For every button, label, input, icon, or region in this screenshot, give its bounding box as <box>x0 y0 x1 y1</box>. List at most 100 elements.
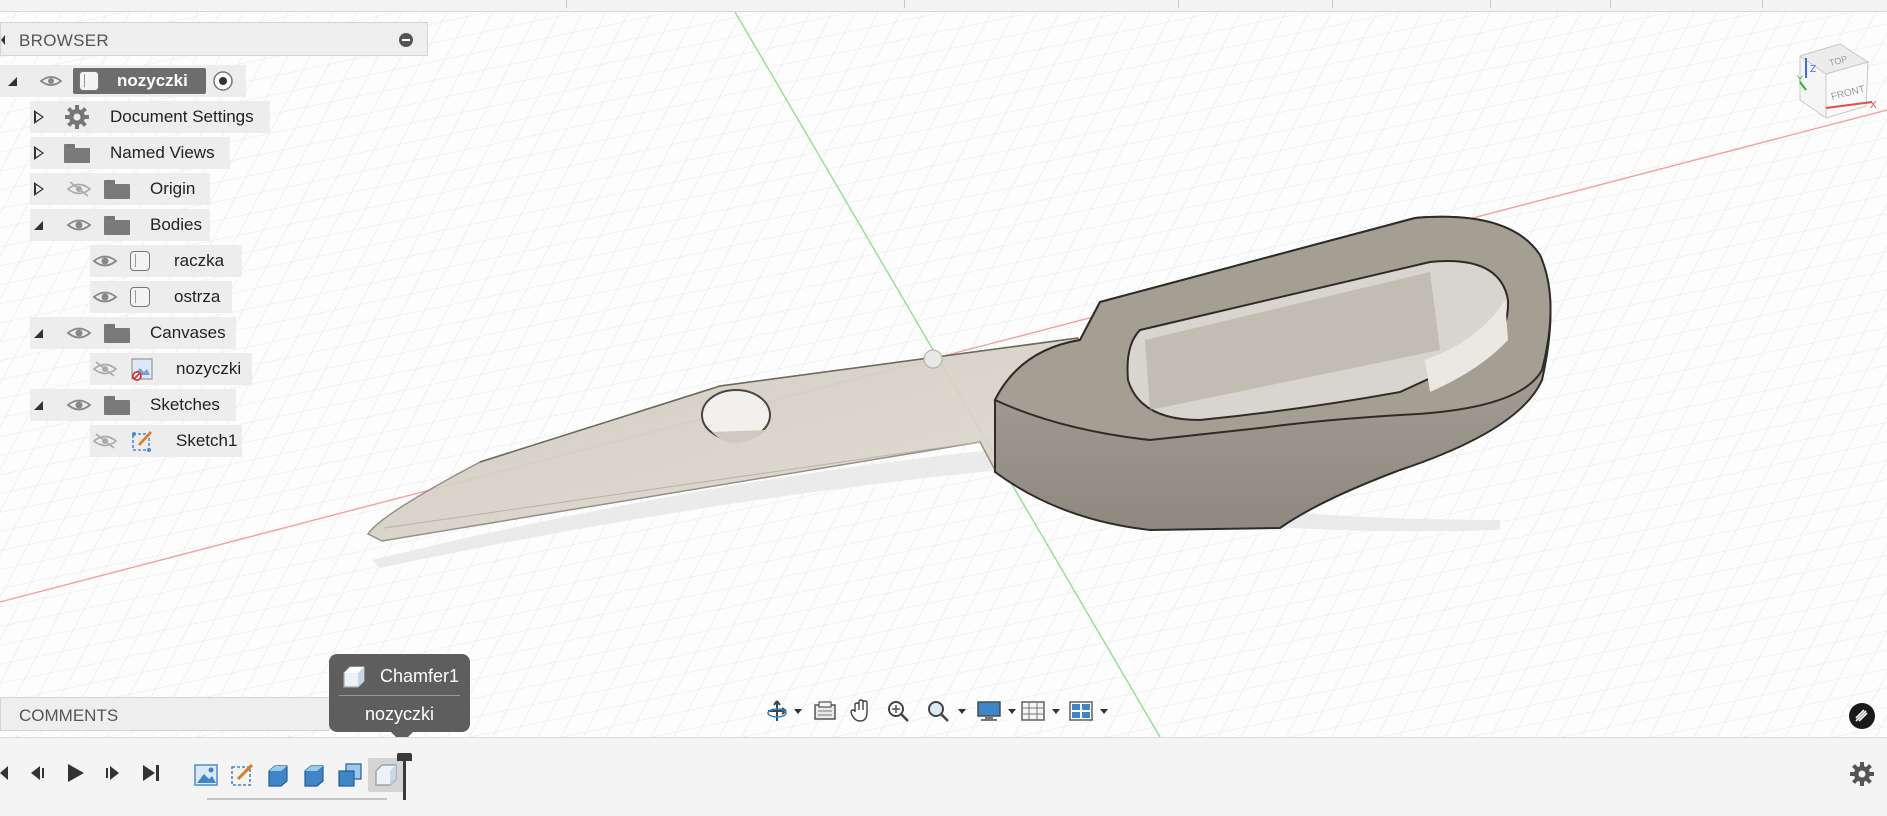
chevron-down-icon[interactable] <box>958 709 966 714</box>
body-icon <box>130 251 150 271</box>
browser-panel-header[interactable]: BROWSER <box>0 22 428 56</box>
viewcube-axis-z: Z <box>1810 64 1816 75</box>
viewcube-axis-y: Y <box>1797 74 1803 84</box>
tree-item-label: ostrza <box>174 287 221 306</box>
radio-active-icon[interactable] <box>212 70 234 92</box>
tree-item-body-raczka[interactable]: raczka <box>0 245 242 277</box>
go-to-start-icon[interactable] <box>0 762 22 784</box>
collapse-icon[interactable] <box>399 33 413 47</box>
component-icon <box>79 71 99 91</box>
gear-icon <box>65 105 89 129</box>
chevron-down-icon[interactable] <box>1008 709 1016 714</box>
tree-item-bodies[interactable]: Bodies <box>0 209 210 241</box>
eye-icon[interactable] <box>66 396 92 414</box>
navigation-toolbar <box>760 696 1112 726</box>
zoom-icon[interactable] <box>886 699 912 723</box>
expand-triangle-icon[interactable] <box>34 220 43 230</box>
eye-hidden-icon[interactable] <box>66 180 92 198</box>
toolbar-separator <box>1332 0 1333 8</box>
toolbar-separator <box>904 0 905 8</box>
step-forward-icon[interactable] <box>102 762 124 784</box>
eye-icon[interactable] <box>66 324 92 342</box>
tree-item-label: nozyczki <box>176 359 242 378</box>
tree-item-named-views[interactable]: Named Views <box>0 137 230 169</box>
play-icon[interactable] <box>64 762 86 784</box>
comments-panel-header[interactable]: COMMENTS <box>0 697 330 731</box>
tooltip-divider <box>339 695 460 696</box>
canvas-viewport[interactable]: TOP FRONT Z X Y <box>0 0 1887 737</box>
eye-icon[interactable] <box>92 288 118 306</box>
tree-item-sketch1[interactable]: Sketch1 <box>0 425 242 457</box>
toolbar-separator <box>1178 0 1179 8</box>
timeline-chamfer-icon[interactable] <box>372 761 400 789</box>
timeline-combine-icon[interactable] <box>336 761 364 789</box>
expand-triangle-icon[interactable] <box>34 400 43 410</box>
folder-icon <box>104 323 130 343</box>
eye-hidden-icon[interactable] <box>92 432 118 450</box>
timeline-extrude-icon[interactable] <box>300 761 328 789</box>
canvas-image-icon <box>131 358 153 381</box>
expand-left-icon[interactable] <box>1 35 5 45</box>
viewports-icon[interactable] <box>1068 699 1094 723</box>
tree-item-canvases[interactable]: Canvases <box>0 317 236 349</box>
toolbar-separator <box>1610 0 1611 8</box>
tree-item-label: Origin <box>150 179 196 198</box>
tree-item-label: nozyczki <box>117 71 188 90</box>
timeline-bar <box>0 737 1887 816</box>
folder-icon <box>104 179 130 199</box>
eye-icon[interactable] <box>39 73 63 89</box>
folder-icon <box>64 143 90 163</box>
tree-item-root[interactable]: nozyczki <box>0 65 246 97</box>
chamfer-icon <box>343 666 365 688</box>
tree-item-label: Canvases <box>150 323 226 342</box>
tree-item-origin[interactable]: Origin <box>0 173 210 205</box>
browser-title: BROWSER <box>19 31 109 50</box>
body-icon <box>130 287 150 307</box>
zoom-window-icon[interactable] <box>926 699 952 723</box>
tree-item-label: Bodies <box>150 215 202 234</box>
tooltip-feature-name: Chamfer1 <box>380 666 460 686</box>
sketch-icon <box>132 431 152 452</box>
tree-item-sketches[interactable]: Sketches <box>0 389 236 421</box>
expand-triangle-icon[interactable] <box>34 110 46 124</box>
tree-item-label: raczka <box>174 251 225 270</box>
go-to-end-icon[interactable] <box>140 762 162 784</box>
viewcube-axis-x: X <box>1870 100 1877 111</box>
comments-title: COMMENTS <box>19 706 119 725</box>
expand-triangle-icon[interactable] <box>34 146 46 160</box>
tree-item-label: Sketches <box>150 395 220 414</box>
timeline-track <box>207 790 387 800</box>
display-settings-icon[interactable] <box>976 699 1002 723</box>
expand-triangle-icon[interactable] <box>34 182 46 196</box>
tree-item-body-ostrza[interactable]: ostrza <box>0 281 232 313</box>
tree-item-label: Named Views <box>110 143 215 162</box>
chevron-down-icon[interactable] <box>1052 709 1060 714</box>
tooltip-component-name: nozyczki <box>364 704 435 724</box>
timeline-settings-gear-icon[interactable] <box>1849 761 1875 787</box>
chevron-down-icon[interactable] <box>794 709 802 714</box>
look-at-icon[interactable] <box>812 699 838 723</box>
orbit-icon[interactable] <box>764 699 790 723</box>
feedback-icon[interactable] <box>1849 703 1875 729</box>
timeline-canvas-icon[interactable] <box>192 761 220 789</box>
toolbar-separator <box>566 0 567 8</box>
eye-icon[interactable] <box>66 216 92 234</box>
expand-triangle-icon[interactable] <box>34 328 43 338</box>
eye-hidden-icon[interactable] <box>92 360 118 378</box>
eye-icon[interactable] <box>92 252 118 270</box>
pan-icon[interactable] <box>848 699 874 723</box>
toolbar-strip <box>0 0 1887 12</box>
tree-item-canvas-nozyczki[interactable]: nozyczki <box>0 353 252 385</box>
chevron-down-icon[interactable] <box>1100 709 1108 714</box>
step-back-icon[interactable] <box>26 762 48 784</box>
tree-item-label: Sketch1 <box>176 431 238 450</box>
timeline-extrude-icon[interactable] <box>264 761 292 789</box>
tree-item-document-settings[interactable]: Document Settings <box>0 101 270 133</box>
expand-triangle-icon[interactable] <box>8 76 17 86</box>
folder-icon <box>104 395 130 415</box>
tree-item-label: Document Settings <box>110 107 254 126</box>
grid-settings-icon[interactable] <box>1020 699 1046 723</box>
root-component-chip[interactable]: nozyczki <box>73 68 206 94</box>
timeline-sketch-icon[interactable] <box>228 761 256 789</box>
timeline-marker[interactable] <box>397 753 412 800</box>
